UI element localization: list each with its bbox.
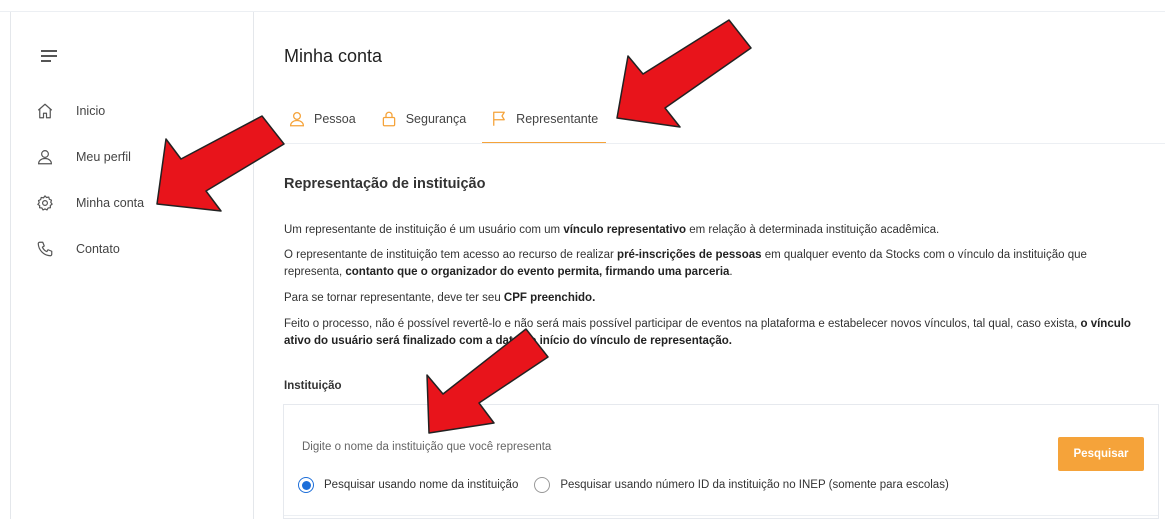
tab-pessoa[interactable]: Pessoa (284, 104, 360, 144)
flag-icon (490, 110, 508, 128)
sidebar-item-label: Meu perfil (76, 150, 131, 164)
sidebar-item-label: Contato (76, 242, 120, 256)
tab-seguranca[interactable]: Segurança (376, 104, 470, 144)
tab-label: Segurança (405, 112, 467, 126)
radio-search-by-name[interactable] (298, 477, 314, 493)
sidebar-item-contato[interactable]: Contato (35, 234, 235, 264)
menu-icon[interactable] (41, 50, 57, 62)
search-button[interactable]: Pesquisar (1058, 437, 1144, 471)
tab-bar: Pessoa Segurança Representante (284, 104, 618, 144)
tab-label: Representante (516, 112, 599, 126)
institution-label: Instituição (284, 380, 342, 392)
tab-divider (255, 143, 1165, 144)
sidebar: Inicio Meu perfil Minha conta Contato (10, 12, 254, 519)
page-title: Minha conta (284, 46, 383, 66)
description-paragraph: Para se tornar representante, deve ter s… (284, 292, 596, 304)
user-icon (288, 110, 306, 128)
home-icon (35, 101, 55, 121)
description-paragraph: Feito o processo, não é possível revertê… (284, 318, 1131, 347)
sidebar-item-inicio[interactable]: Inicio (35, 96, 235, 126)
search-mode-options: Pesquisar usando nome da instituição Pes… (298, 477, 965, 493)
tab-label: Pessoa (314, 112, 356, 126)
phone-icon (35, 239, 55, 259)
user-icon (35, 147, 55, 167)
sidebar-item-label: Minha conta (76, 196, 145, 210)
institution-search-input[interactable]: Digite o nome da instituição que você re… (302, 441, 551, 453)
lock-icon (380, 110, 398, 128)
radio-label-inep[interactable]: Pesquisar usando número ID da instituiçã… (560, 479, 948, 491)
section-title: Representação de instituição (284, 176, 486, 192)
sidebar-item-label: Inicio (76, 104, 106, 118)
tab-representante[interactable]: Representante (482, 104, 607, 144)
sidebar-item-meu-perfil[interactable]: Meu perfil (35, 142, 235, 172)
radio-label-name[interactable]: Pesquisar usando nome da instituição (324, 479, 518, 491)
radio-search-by-inep-id[interactable] (534, 477, 551, 493)
description-paragraph: Um representante de instituição é um usu… (284, 224, 940, 236)
top-bar (0, 0, 1165, 12)
sidebar-item-minha-conta[interactable]: Minha conta (35, 188, 235, 218)
gear-icon (35, 193, 55, 213)
institution-search-panel: Digite o nome da instituição que você re… (283, 404, 1159, 519)
divider (284, 515, 1158, 516)
description-paragraph: O representante de instituição tem acess… (284, 249, 1087, 278)
main-content: Minha conta Pessoa Segurança Representan… (255, 12, 1165, 519)
